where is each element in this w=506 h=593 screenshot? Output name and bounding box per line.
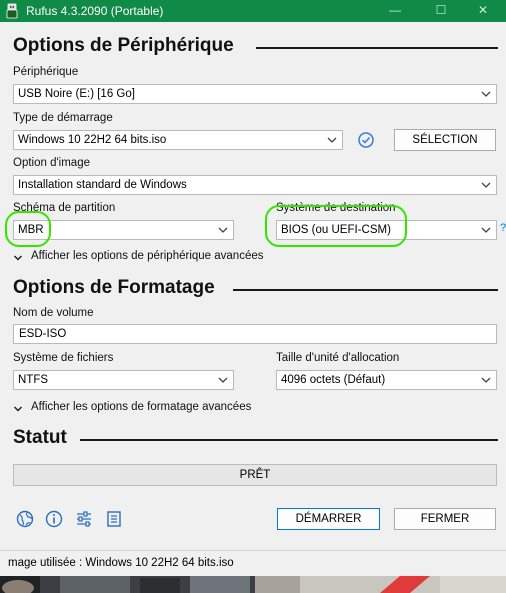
start-button[interactable]: DÉMARRER: [277, 508, 380, 530]
title-bar: Rufus 4.3.2090 (Portable) — ☐ ✕: [0, 0, 506, 22]
help-icon[interactable]: ?: [500, 222, 506, 234]
minimize-button[interactable]: —: [372, 0, 418, 22]
section-divider: [233, 289, 498, 291]
image-option-select[interactable]: Installation standard de Windows: [13, 175, 497, 195]
status-bar-text: mage utilisée : Windows 10 22H2 64 bits.…: [8, 557, 234, 569]
format-advanced-toggle[interactable]: Afficher les options de formatage avancé…: [13, 401, 313, 417]
close-button[interactable]: FERMER: [394, 508, 496, 530]
chevron-down-icon: [327, 137, 337, 143]
device-value: USB Noire (E:) [16 Go]: [18, 88, 135, 100]
partition-scheme-label: Schéma de partition: [13, 202, 116, 214]
filesystem-value: NTFS: [18, 374, 49, 386]
cluster-size-label: Taille d'unité d'allocation: [276, 352, 400, 364]
maximize-button[interactable]: ☐: [418, 0, 464, 22]
progress-bar: PRÊT: [13, 464, 497, 486]
format-advanced-label: Afficher les options de formatage avancé…: [31, 401, 252, 413]
chevron-down-icon: [218, 227, 228, 233]
chevron-down-icon: [481, 377, 491, 383]
cluster-size-value: 4096 octets (Défaut): [281, 374, 386, 386]
settings-sliders-icon[interactable]: [74, 509, 94, 529]
filesystem-label: Système de fichiers: [13, 352, 114, 364]
chevron-down-icon: [13, 406, 23, 412]
boot-type-label: Type de démarrage: [13, 112, 113, 124]
chevron-down-icon: [13, 255, 23, 261]
device-advanced-toggle[interactable]: Afficher les options de périphérique ava…: [13, 250, 313, 266]
partition-scheme-value: MBR: [18, 224, 44, 236]
device-options-heading: Options de Périphérique: [13, 35, 234, 56]
close-window-button[interactable]: ✕: [460, 0, 506, 22]
image-option-value: Installation standard de Windows: [18, 179, 187, 191]
selection-button[interactable]: SÉLECTION: [394, 129, 496, 151]
volume-label-label: Nom de volume: [13, 307, 94, 319]
status-bar: mage utilisée : Windows 10 22H2 64 bits.…: [0, 550, 506, 576]
check-hash-icon[interactable]: [357, 131, 375, 149]
device-select[interactable]: USB Noire (E:) [16 Go]: [13, 84, 497, 104]
usb-drive-icon: [6, 3, 18, 19]
image-option-label: Option d'image: [13, 157, 90, 169]
target-system-select[interactable]: BIOS (ou UEFI-CSM): [276, 220, 497, 240]
log-icon[interactable]: [104, 509, 124, 529]
boot-type-value: Windows 10 22H2 64 bits.iso: [18, 134, 167, 146]
cluster-size-select[interactable]: 4096 octets (Défaut): [276, 370, 497, 390]
info-icon[interactable]: [44, 509, 64, 529]
device-advanced-label: Afficher les options de périphérique ava…: [31, 250, 264, 262]
background-photo: [0, 576, 506, 593]
boot-type-select[interactable]: Windows 10 22H2 64 bits.iso: [13, 130, 343, 150]
target-system-value: BIOS (ou UEFI-CSM): [281, 224, 391, 236]
section-divider: [256, 47, 498, 49]
section-divider: [80, 439, 498, 441]
window-title: Rufus 4.3.2090 (Portable): [26, 4, 164, 18]
volume-label-input[interactable]: ESD-ISO: [13, 324, 497, 344]
target-system-label: Système de destination: [276, 202, 396, 214]
status-heading: Statut: [13, 427, 67, 448]
chevron-down-icon: [481, 91, 491, 97]
partition-scheme-select[interactable]: MBR: [13, 220, 234, 240]
device-label: Périphérique: [13, 66, 79, 78]
filesystem-select[interactable]: NTFS: [13, 370, 234, 390]
chevron-down-icon: [481, 182, 491, 188]
chevron-down-icon: [481, 227, 491, 233]
format-options-heading: Options de Formatage: [13, 277, 215, 298]
progress-text: PRÊT: [239, 469, 271, 481]
chevron-down-icon: [218, 377, 228, 383]
globe-icon[interactable]: [15, 509, 35, 529]
